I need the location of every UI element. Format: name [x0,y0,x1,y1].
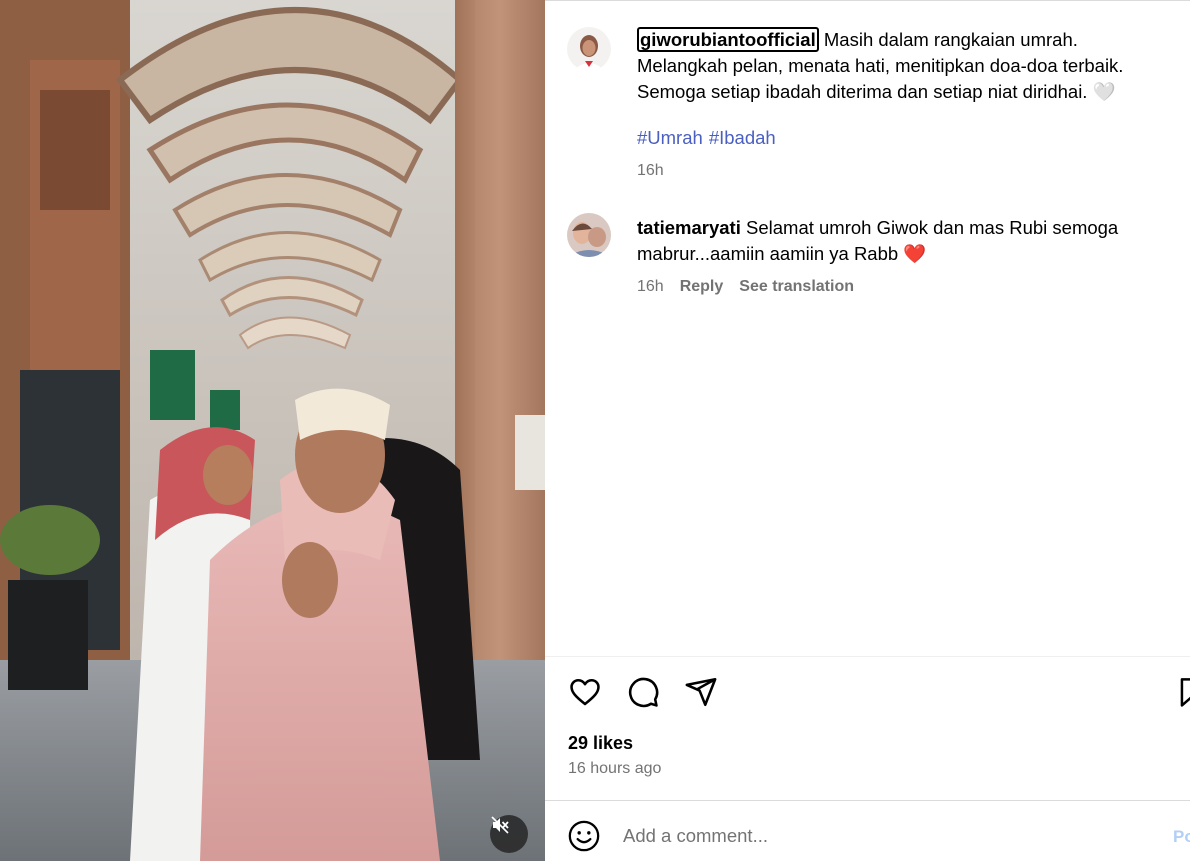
caption-text: giworubiantoofficial Masih dalam rangkai… [637,27,1177,105]
post-comment-button[interactable]: Po [1173,827,1190,847]
author-avatar-image [567,27,611,71]
emoji-button[interactable] [567,819,601,853]
author-username[interactable]: giworubiantoofficial [637,27,819,52]
comment-input[interactable] [623,819,1163,853]
heart-icon [570,678,600,706]
post-timestamp[interactable]: 16 hours ago [568,760,661,778]
add-comment-bar: Po [545,800,1190,861]
action-bar [567,674,719,710]
comment-text: tatiemaryati Selamat umroh Giwok dan mas… [637,215,1177,267]
emoji-icon [568,820,600,852]
post-media[interactable] [0,0,545,861]
comment-timestamp[interactable]: 16h [637,278,664,296]
comment-meta: 16h Reply See translation [637,278,854,296]
comment-icon [628,677,659,708]
hashtag-link[interactable]: #Umrah [637,127,703,148]
reply-button[interactable]: Reply [680,278,724,296]
caption-line-1: Masih dalam rangkaian umrah. [823,29,1078,50]
actions-divider [545,656,1190,657]
mute-toggle-button[interactable] [490,815,528,853]
media-image [0,0,545,861]
hashtag-link[interactable]: #Ibadah [709,127,776,148]
post-details-panel: giworubiantoofficial Masih dalam rangkai… [545,0,1190,861]
share-icon [685,677,717,707]
caption-line-2: Melangkah pelan, menata hati, menitipkan… [637,55,1124,76]
see-translation-button[interactable]: See translation [739,278,854,296]
bookmark-icon [1180,678,1190,707]
share-button[interactable] [683,674,719,710]
caption-timestamp[interactable]: 16h [637,162,664,180]
like-button[interactable] [567,674,603,710]
caption-line-3: Semoga setiap ibadah diterima dan setiap… [637,81,1116,102]
save-button[interactable] [1177,676,1190,710]
top-divider [545,0,1190,4]
commenter-username[interactable]: tatiemaryati [637,217,741,238]
commenter-avatar[interactable] [567,213,611,257]
commenter-avatar-image [567,213,611,257]
like-count[interactable]: 29 likes [568,733,633,754]
comment-button[interactable] [625,674,661,710]
author-avatar[interactable] [567,27,611,71]
hashtag-list: #Umrah #Ibadah [637,127,782,149]
speaker-muted-icon [491,816,509,834]
